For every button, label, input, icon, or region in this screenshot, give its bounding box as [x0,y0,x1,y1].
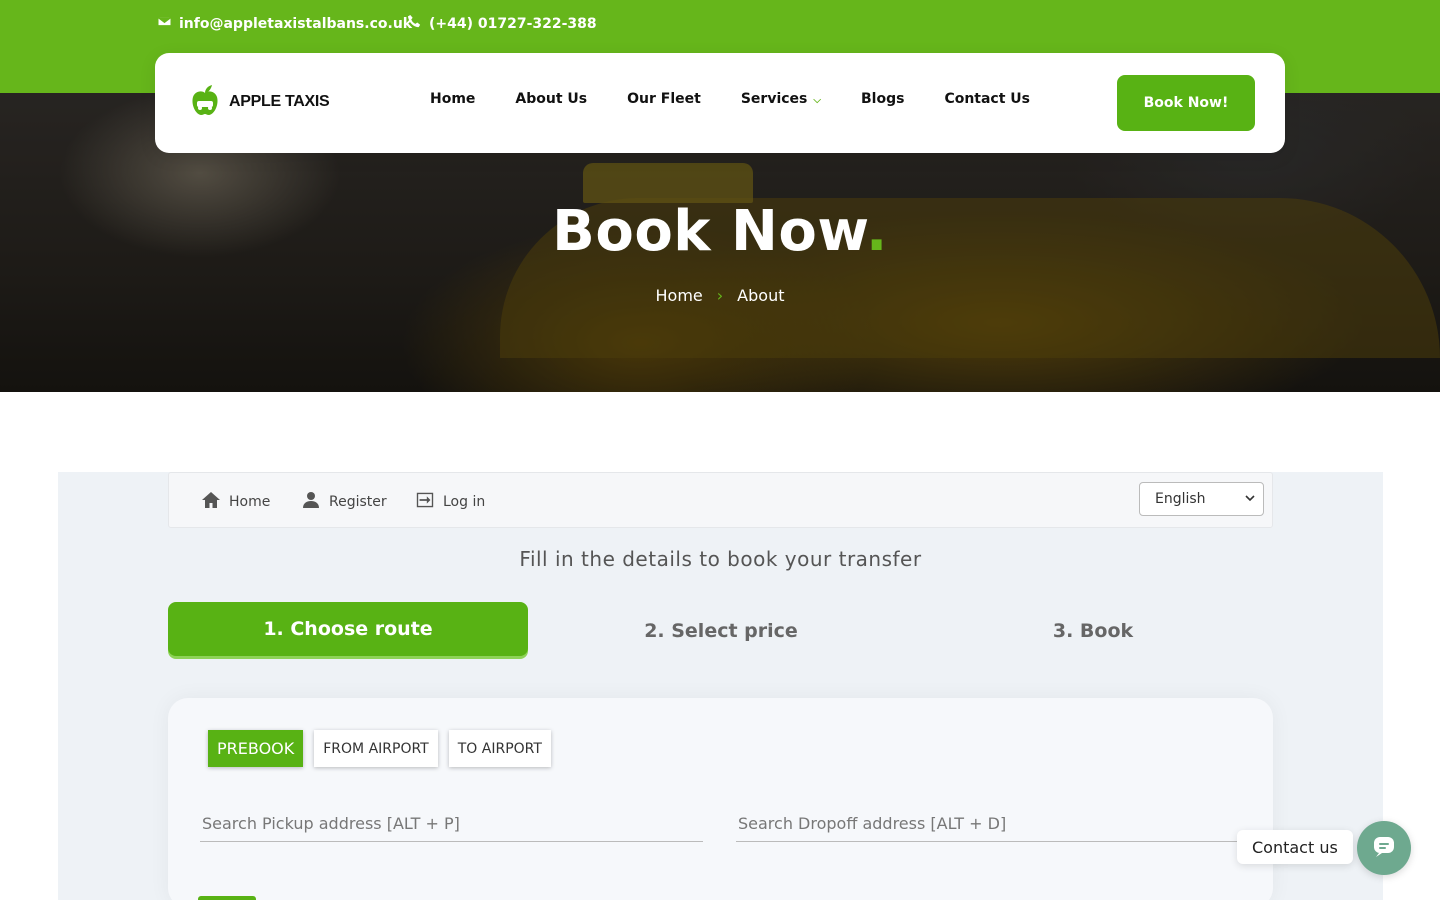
step-select-price[interactable]: 2. Select price [536,604,906,658]
logo-text: APPLE TAXIS [229,93,330,110]
email-text: info@appletaxistalbans.co.uk [179,15,413,32]
logo[interactable]: APPLE TAXIS [185,82,330,122]
route-form-card: PREBOOK FROM AIRPORT TO AIRPORT Search P… [168,698,1273,900]
nav-services-label: Services [740,91,808,107]
login-icon [415,490,435,514]
page-title-text: Book Now [552,199,867,264]
user-icon [301,490,321,514]
nav-home[interactable]: Home [430,91,475,107]
tab-from-airport[interactable]: FROM AIRPORT [314,730,438,767]
toolbar-register-label: Register [329,494,387,510]
book-now-button[interactable]: Book Now! [1117,75,1255,131]
tab-to-airport[interactable]: TO AIRPORT [448,730,551,767]
main-nav: Home About Us Our Fleet Services ⌵ Blogs … [430,91,1030,107]
toolbar-login-label: Log in [443,494,486,510]
breadcrumb-current: About [737,286,785,305]
booking-type-tabs: PREBOOK FROM AIRPORT TO AIRPORT [208,730,551,767]
nav-about-us[interactable]: About Us [515,91,587,107]
language-value: English [1155,491,1206,507]
breadcrumb-home[interactable]: Home [656,286,703,305]
next-button-edge[interactable] [198,896,256,900]
booking-section: Home Register Log in English Fill in the… [58,472,1383,900]
chevron-down-icon: ⌵ [813,95,821,106]
page-title-dot: . [866,199,888,264]
nav-services[interactable]: Services ⌵ [741,91,821,107]
phone-contact[interactable]: (+44) 01727-322-388 [407,14,597,33]
booking-intro: Fill in the details to book your transfe… [519,547,922,571]
chevron-right-icon: › [716,286,724,305]
pickup-address-input[interactable]: Search Pickup address [ALT + P] [200,814,703,842]
toolbar-home-label: Home [229,494,271,510]
page-title: Book Now. [0,199,1440,264]
toolbar-home-link[interactable]: Home [201,490,270,514]
contact-us-button[interactable] [1357,821,1411,875]
step-book[interactable]: 3. Book [908,604,1278,658]
toolbar-login-link[interactable]: Log in [415,490,485,514]
header-nav-card: APPLE TAXIS Home About Us Our Fleet Serv… [155,53,1285,153]
chat-icon [1371,833,1397,863]
envelope-icon [157,14,172,33]
email-contact[interactable]: info@appletaxistalbans.co.uk [157,14,412,33]
apple-taxi-logo-icon [192,85,218,115]
nav-blogs[interactable]: Blogs [861,91,904,107]
language-select[interactable]: English [1139,482,1264,516]
toolbar-register-link[interactable]: Register [301,490,387,514]
breadcrumb: Home › About [0,286,1440,305]
step-choose-route[interactable]: 1. Choose route [168,602,528,656]
dropoff-address-input[interactable]: Search Dropoff address [ALT + D] [736,814,1239,842]
chevron-down-icon [1245,491,1255,507]
phone-text: (+44) 01727-322-388 [429,15,597,32]
nav-contact-us[interactable]: Contact Us [944,91,1030,107]
booking-toolbar: Home Register Log in English [168,472,1273,528]
home-icon [201,490,221,514]
booking-steps: 1. Choose route 2. Select price 3. Book [168,602,1273,656]
tab-prebook[interactable]: PREBOOK [208,730,304,767]
phone-icon [407,14,422,33]
nav-our-fleet[interactable]: Our Fleet [627,91,701,107]
contact-us-label[interactable]: Contact us [1237,830,1353,864]
